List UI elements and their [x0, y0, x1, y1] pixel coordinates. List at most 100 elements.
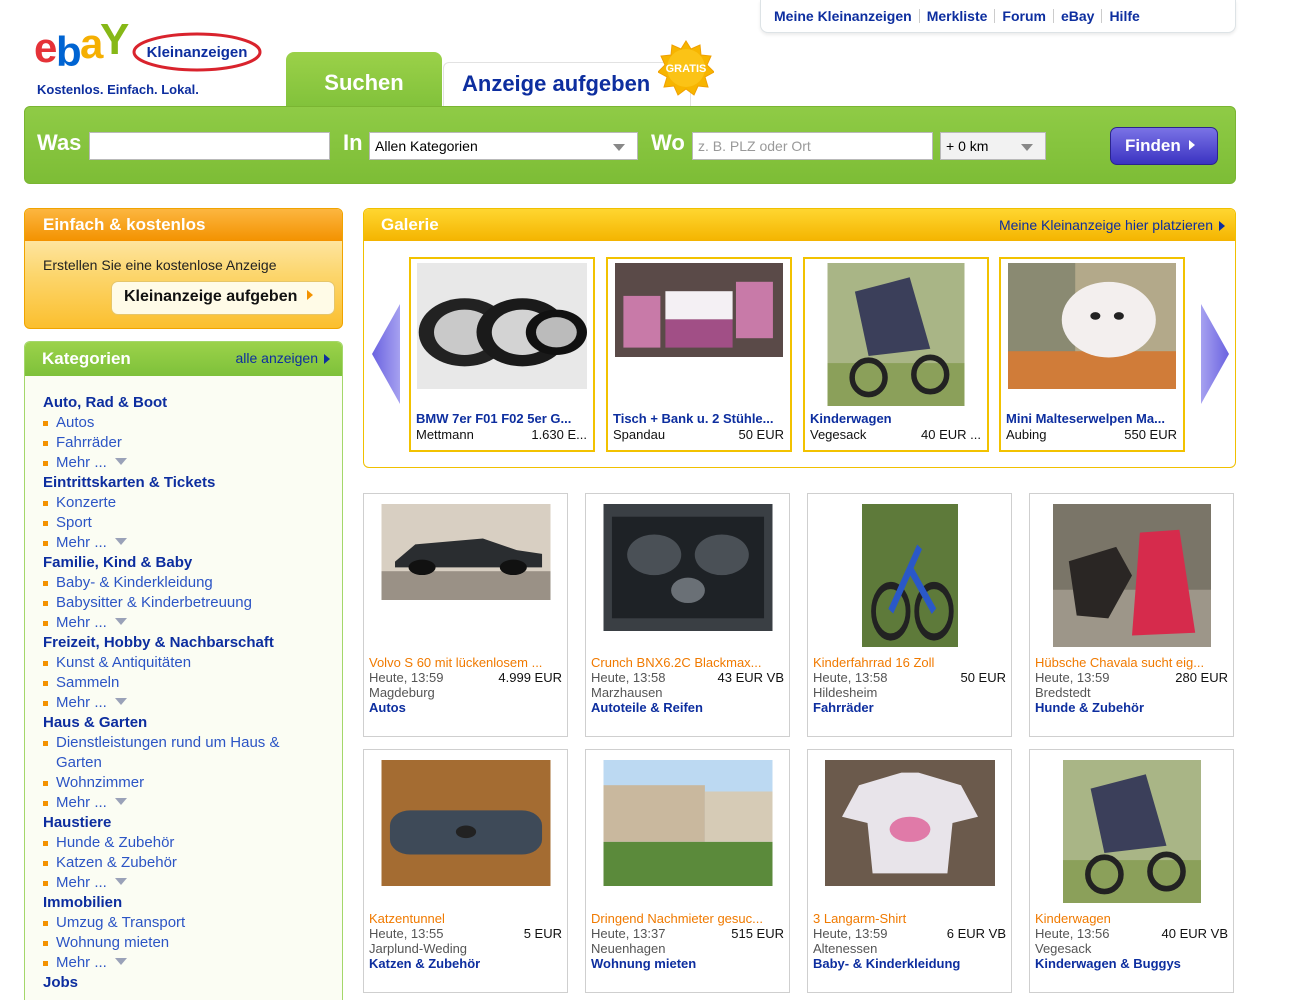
category-group-title[interactable]: Jobs	[43, 973, 342, 993]
category-group-title[interactable]: Haustiere	[43, 813, 342, 833]
gallery-prev-arrow-icon[interactable]	[372, 304, 402, 404]
gallery-item-image[interactable]	[615, 263, 783, 357]
category-link[interactable]: Baby- & Kinderkleidung	[43, 573, 342, 593]
category-more-toggle[interactable]: Mehr ...	[43, 693, 342, 713]
gallery-item[interactable]: BMW 7er F01 F02 5er G... Mettmann 1.630 E.…	[409, 257, 595, 452]
listing-card[interactable]: Katzentunnel Heute, 13:55 5 EUR Jarplund-We…	[363, 749, 568, 993]
category-link[interactable]: Umzug & Transport	[43, 913, 342, 933]
top-navigation: Meine Kleinanzeigen Merkliste Forum eBay…	[760, 0, 1236, 33]
category-link[interactable]: Babysitter & Kinderbetreuung	[43, 593, 342, 613]
listing-title[interactable]: Kinderfahrrad 16 Zoll	[813, 655, 1005, 670]
listing-image[interactable]	[381, 760, 550, 886]
category-more-toggle[interactable]: Mehr ...	[43, 613, 342, 633]
what-input[interactable]	[89, 132, 330, 160]
gallery-item-title[interactable]: Tisch + Bank u. 2 Stühle...	[613, 411, 787, 426]
gallery-next-arrow-icon[interactable]	[1199, 304, 1229, 404]
category-link[interactable]: Autos	[43, 413, 342, 433]
listing-category-link[interactable]: Wohnung mieten	[591, 956, 696, 971]
tab-search[interactable]: Suchen	[286, 52, 442, 110]
category-more-toggle[interactable]: Mehr ...	[43, 533, 342, 553]
listing-price: 50 EUR	[960, 670, 1006, 685]
listing-title[interactable]: Dringend Nachmieter gesuc...	[591, 911, 783, 926]
category-group: Auto, Rad & Boot Autos Fahrräder Mehr ...	[43, 393, 342, 473]
category-group-title[interactable]: Freizeit, Hobby & Nachbarschaft	[43, 633, 342, 653]
listing-card[interactable]: Kinderwagen Heute, 13:56 40 EUR VB Vegesack…	[1029, 749, 1234, 993]
category-more-toggle[interactable]: Mehr ...	[43, 453, 342, 473]
listing-image[interactable]	[824, 760, 995, 886]
nav-my-ads[interactable]: Meine Kleinanzeigen	[767, 8, 919, 24]
category-group-title[interactable]: Haus & Garten	[43, 713, 342, 733]
listing-card[interactable]: Volvo S 60 mit lückenlosem ... Heute, 13:…	[363, 493, 568, 737]
listing-image[interactable]	[603, 504, 772, 631]
listing-title[interactable]: Kinderwagen	[1035, 911, 1227, 926]
listing-card[interactable]: Crunch BNX6.2C Blackmax... Heute, 13:58 43…	[585, 493, 790, 737]
listing-title[interactable]: 3 Langarm-Shirt	[813, 911, 1005, 926]
listing-category-link[interactable]: Fahrräder	[813, 700, 874, 715]
gallery-item-image[interactable]	[827, 263, 965, 406]
listing-category-link[interactable]: Autoteile & Reifen	[591, 700, 703, 715]
category-more-toggle[interactable]: Mehr ...	[43, 873, 342, 893]
nav-forum[interactable]: Forum	[995, 8, 1053, 24]
gallery-item-image[interactable]	[1008, 263, 1176, 389]
gallery-item[interactable]: Tisch + Bank u. 2 Stühle... Spandau 50 EUR	[606, 257, 792, 452]
listing-title[interactable]: Hübsche Chavala sucht eig...	[1035, 655, 1227, 670]
listing-card[interactable]: Dringend Nachmieter gesuc... Heute, 13:37…	[585, 749, 790, 993]
gallery-item-location: Aubing	[1006, 427, 1047, 442]
listing-title[interactable]: Crunch BNX6.2C Blackmax...	[591, 655, 783, 670]
gallery-item-title[interactable]: Mini Malteserwelpen Ma...	[1006, 411, 1180, 426]
gallery-item-price: 50 EUR	[738, 427, 784, 442]
listing-title[interactable]: Volvo S 60 mit lückenlosem ...	[369, 655, 561, 670]
nav-help[interactable]: Hilfe	[1102, 8, 1146, 24]
category-link[interactable]: Fahrräder	[43, 433, 342, 453]
ebay-kleinanzeigen-logo[interactable]: e b a Y Kleinanzeigen	[34, 15, 266, 80]
gallery-item-image[interactable]	[417, 263, 587, 389]
show-all-categories-link[interactable]: alle anzeigen	[235, 350, 330, 366]
listing-image[interactable]	[861, 504, 958, 647]
listing-time: Heute, 13:37	[591, 926, 666, 941]
category-link[interactable]: Dienstleistungen rund um Haus & Garten	[43, 733, 342, 773]
gallery-item-title[interactable]: BMW 7er F01 F02 5er G...	[416, 411, 590, 426]
gallery-item[interactable]: Mini Malteserwelpen Ma... Aubing 550 EUR	[999, 257, 1185, 452]
nav-ebay[interactable]: eBay	[1054, 8, 1101, 24]
listing-image[interactable]	[1062, 760, 1201, 903]
where-input[interactable]: z. B. PLZ oder Ort	[692, 132, 933, 160]
listing-card[interactable]: Kinderfahrrad 16 Zoll Heute, 13:58 50 EUR H…	[807, 493, 1012, 737]
category-link[interactable]: Sammeln	[43, 673, 342, 693]
listing-image[interactable]	[1052, 504, 1211, 647]
listing-category-link[interactable]: Autos	[369, 700, 406, 715]
gallery-item[interactable]: Kinderwagen Vegesack 40 EUR ...	[803, 257, 989, 452]
category-more-toggle[interactable]: Mehr ...	[43, 953, 342, 973]
tab-post-ad[interactable]: Anzeige aufgeben	[443, 62, 691, 108]
post-ad-button[interactable]: Kleinanzeige aufgeben	[111, 281, 335, 315]
listing-card[interactable]: Hübsche Chavala sucht eig... Heute, 13:59…	[1029, 493, 1234, 737]
category-link[interactable]: Kunst & Antiquitäten	[43, 653, 342, 673]
category-more-toggle[interactable]: Mehr ...	[43, 793, 342, 813]
category-group-title[interactable]: Familie, Kind & Baby	[43, 553, 342, 573]
radius-select[interactable]: + 0 km	[940, 132, 1046, 160]
place-ad-link[interactable]: Meine Kleinanzeige hier platzieren	[999, 217, 1225, 233]
gallery-item-title[interactable]: Kinderwagen	[810, 411, 984, 426]
listing-category-link[interactable]: Hunde & Zubehör	[1035, 700, 1144, 715]
listing-category-link[interactable]: Baby- & Kinderkleidung	[813, 956, 960, 971]
chevron-down-icon	[114, 878, 127, 885]
listing-category-link[interactable]: Kinderwagen & Buggys	[1035, 956, 1181, 971]
nav-watchlist[interactable]: Merkliste	[920, 8, 995, 24]
category-select[interactable]: Allen Kategorien	[369, 132, 638, 160]
category-link[interactable]: Konzerte	[43, 493, 342, 513]
category-link[interactable]: Katzen & Zubehör	[43, 853, 342, 873]
category-link[interactable]: Wohnung mieten	[43, 933, 342, 953]
listing-category-link[interactable]: Katzen & Zubehör	[369, 956, 480, 971]
find-button[interactable]: Finden	[1110, 127, 1218, 165]
listing-title[interactable]: Katzentunnel	[369, 911, 561, 926]
category-link[interactable]: Sport	[43, 513, 342, 533]
category-group-title[interactable]: Eintrittskarten & Tickets	[43, 473, 342, 493]
category-link[interactable]: Wohnzimmer	[43, 773, 342, 793]
listing-image[interactable]	[603, 760, 772, 886]
bullet-icon	[43, 801, 48, 806]
listing-card[interactable]: 3 Langarm-Shirt Heute, 13:59 6 EUR VB Alten…	[807, 749, 1012, 993]
listing-image[interactable]	[381, 504, 550, 600]
category-group-title[interactable]: Auto, Rad & Boot	[43, 393, 342, 413]
category-group-title[interactable]: Immobilien	[43, 893, 342, 913]
category-link[interactable]: Hunde & Zubehör	[43, 833, 342, 853]
bullet-icon	[43, 661, 48, 666]
